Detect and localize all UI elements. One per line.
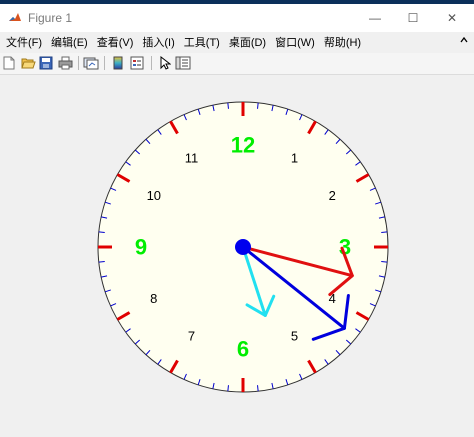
hour-label-2: 2 <box>329 188 336 203</box>
minute-tick <box>98 231 105 233</box>
minute-tick <box>381 231 388 233</box>
minute-tick <box>381 261 388 263</box>
minute-tick <box>227 102 229 109</box>
menu-edit[interactable]: 编辑(E) <box>51 34 88 50</box>
save-icon[interactable] <box>38 55 54 71</box>
toolbar-separator <box>151 56 152 70</box>
hour-label-12: 12 <box>231 133 255 158</box>
colorbar-icon[interactable] <box>110 55 126 71</box>
toolbar-separator <box>78 56 79 70</box>
print-icon[interactable] <box>57 55 73 71</box>
open-file-icon[interactable] <box>20 55 36 71</box>
new-figure-icon[interactable] <box>1 55 17 71</box>
menu-help[interactable]: 帮助(H) <box>324 34 361 50</box>
hour-label-1: 1 <box>291 150 298 165</box>
hour-label-7: 7 <box>188 329 195 344</box>
clock-hub <box>235 239 251 255</box>
menu-file[interactable]: 文件(F) <box>6 34 42 50</box>
menu-tools[interactable]: 工具(T) <box>184 34 220 50</box>
menu-bar: 文件(F) 编辑(E) 查看(V) 插入(I) 工具(T) 桌面(D) 窗口(W… <box>0 32 474 52</box>
hour-label-6: 6 <box>237 337 249 362</box>
analog-clock: 12 3 6 9 1 2 4 5 7 8 10 11 <box>97 101 389 393</box>
matlab-icon <box>8 11 22 25</box>
minimize-icon: — <box>369 11 381 25</box>
hour-label-10: 10 <box>147 188 161 203</box>
minute-tick <box>257 385 259 392</box>
menu-window[interactable]: 窗口(W) <box>275 34 315 50</box>
toolbar <box>0 53 474 75</box>
hour-label-9: 9 <box>135 235 147 260</box>
toolbar-separator <box>104 56 105 70</box>
hour-label-11: 11 <box>185 150 199 165</box>
close-button[interactable]: ✕ <box>432 4 472 32</box>
maximize-button[interactable]: ☐ <box>393 4 433 32</box>
menu-desktop[interactable]: 桌面(D) <box>229 34 266 50</box>
maximize-icon: ☐ <box>407 11 419 25</box>
menu-insert[interactable]: 插入(I) <box>142 34 174 50</box>
minute-tick <box>257 102 259 109</box>
minimize-button[interactable]: — <box>355 4 395 32</box>
property-inspector-icon[interactable] <box>175 55 191 71</box>
close-icon: ✕ <box>446 11 458 25</box>
window-title: Figure 1 <box>28 11 73 25</box>
menu-view[interactable]: 查看(V) <box>97 34 134 50</box>
hour-label-8: 8 <box>150 291 157 306</box>
hour-label-5: 5 <box>291 329 298 344</box>
minute-tick <box>98 261 105 263</box>
legend-icon[interactable] <box>129 55 145 71</box>
figure-canvas: 12 3 6 9 1 2 4 5 7 8 10 11 <box>0 75 474 432</box>
title-bar: Figure 1 — ☐ ✕ <box>0 4 474 32</box>
pointer-icon[interactable] <box>157 55 173 71</box>
link-plot-icon[interactable] <box>83 55 99 71</box>
dock-arrow-icon[interactable] <box>460 36 468 44</box>
minute-tick <box>227 385 229 392</box>
